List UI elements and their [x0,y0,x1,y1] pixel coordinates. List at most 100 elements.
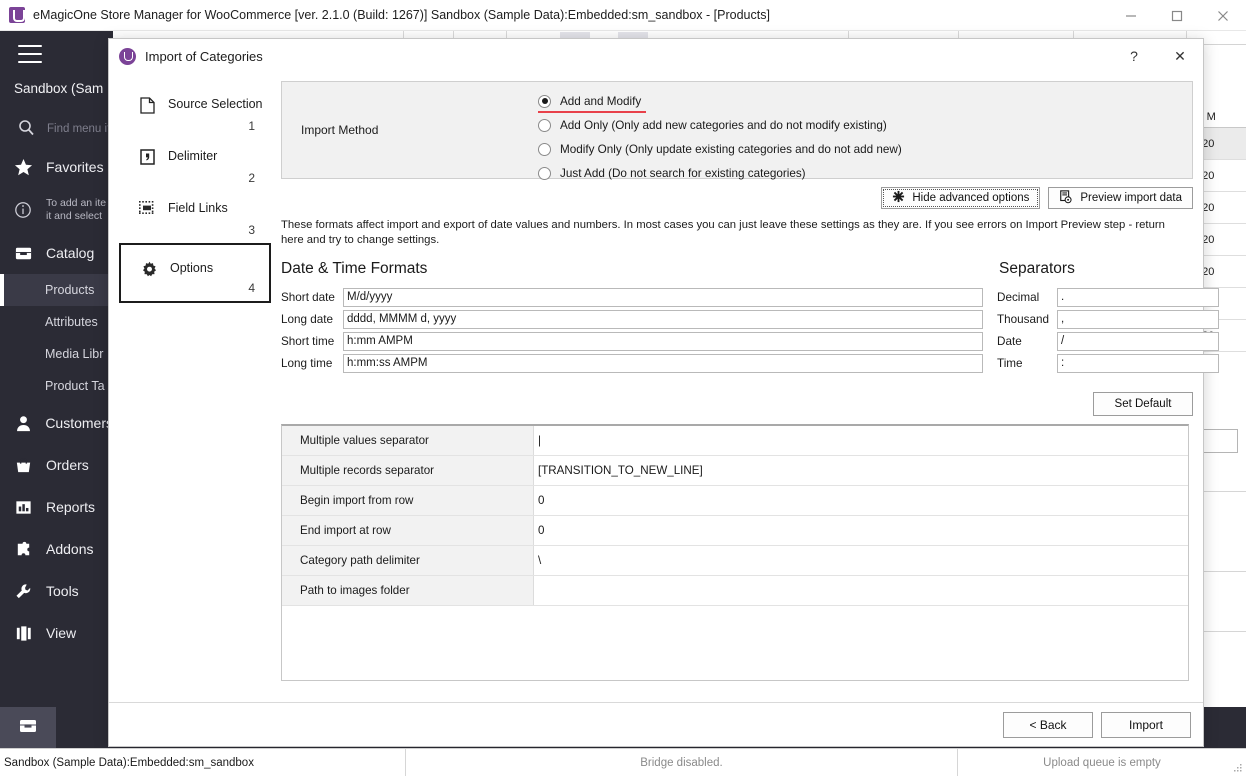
time-separator-input[interactable] [1057,354,1219,373]
table-row[interactable]: Category path delimiter \ [282,546,1188,576]
table-row[interactable]: End import at row 0 [282,516,1188,546]
preview-import-data-button[interactable]: Preview import data [1048,187,1193,209]
step-label: Delimiter [168,149,217,163]
long-date-input[interactable] [343,310,983,329]
field-label: Decimal [997,291,1057,304]
step-label: Field Links [168,201,228,215]
button-label: Set Default [1115,398,1172,410]
maximize-icon[interactable] [1154,0,1200,31]
table-row[interactable]: Multiple values separator | [282,426,1188,456]
date-separator-input[interactable] [1057,332,1219,351]
gear-icon [138,261,160,280]
window-title: eMagicOne Store Manager for WooCommerce … [33,8,770,22]
formats-info-text: These formats affect import and export o… [281,218,1186,248]
sidebar-item-view[interactable]: View [0,612,113,654]
thousand-separator-input[interactable] [1057,310,1219,329]
set-default-row: Set Default [281,392,1193,416]
sidebar-item-products[interactable]: Products [0,274,113,306]
field-date-separator: Date [997,330,1193,352]
status-bar: Sandbox (Sample Data):Embedded:sm_sandbo… [0,748,1246,776]
hamburger-menu-icon[interactable] [18,45,42,63]
row-value[interactable]: | [534,426,1188,455]
sidebar-item-product-tags[interactable]: Product Ta [0,370,113,402]
field-short-date: Short date [281,286,983,308]
radio-just-add[interactable]: Just Add (Do not search for existing cat… [538,161,1192,185]
decimal-separator-input[interactable] [1057,288,1219,307]
radio-add-only[interactable]: Add Only (Only add new categories and do… [538,113,1192,137]
help-icon[interactable]: ? [1111,39,1157,73]
short-time-input[interactable] [343,332,983,351]
sidebar-item-customers[interactable]: Customers [0,402,113,444]
minimize-icon[interactable] [1108,0,1154,31]
short-date-input[interactable] [343,288,983,307]
advanced-options-row: Hide advanced options Preview import dat… [281,187,1193,209]
row-value[interactable]: 0 [534,516,1188,545]
field-decimal-separator: Decimal [997,286,1193,308]
row-value[interactable] [534,576,1188,605]
status-connection: Sandbox (Sample Data):Embedded:sm_sandbo… [0,749,406,776]
row-value[interactable]: [TRANSITION_TO_NEW_LINE] [534,456,1188,485]
long-time-input[interactable] [343,354,983,373]
sidebar-item-reports[interactable]: Reports [0,486,113,528]
settings-grid: Multiple values separator | Multiple rec… [281,424,1189,681]
formats-area: Short date Long date Short time Long tim… [281,286,1193,374]
tab-catalog[interactable] [0,707,56,748]
sidebar-item-label: Catalog [46,245,94,261]
sidebar-item-label: View [46,625,76,641]
row-value[interactable]: \ [534,546,1188,575]
search-input[interactable]: Find menu ite [0,112,113,146]
set-default-button[interactable]: Set Default [1093,392,1193,416]
close-icon[interactable] [1200,0,1246,31]
quote-icon [136,149,158,165]
field-label: Long date [281,313,343,326]
sidebar-item-orders[interactable]: Orders [0,444,113,486]
radio-icon [538,119,551,132]
radio-label: Add Only (Only add new categories and do… [560,119,887,132]
radio-modify-only[interactable]: Modify Only (Only update existing catego… [538,137,1192,161]
field-label: Thousand [997,313,1057,326]
dialog-footer: < Back Import [109,702,1203,746]
sidebar-favorites-hint: To add an ite it and select [0,188,113,232]
dialog-close-icon[interactable]: ✕ [1157,39,1203,73]
step-delimiter[interactable]: Delimiter 2 [119,139,271,191]
import-method-label: Import Method [282,82,428,178]
row-key: Category path delimiter [282,546,534,575]
field-long-time: Long time [281,352,983,374]
search-icon [18,119,35,139]
import-button[interactable]: Import [1101,712,1191,738]
hide-advanced-options-button[interactable]: Hide advanced options [881,187,1040,209]
radio-label: Modify Only (Only update existing catego… [560,143,902,156]
separator-fields: Decimal Thousand Date Time [997,286,1193,374]
grid-dots-icon [136,201,158,214]
step-source-selection[interactable]: Source Selection 1 [119,87,271,139]
sidebar-item-media-library[interactable]: Media Libr [0,338,113,370]
table-row[interactable]: Path to images folder [282,576,1188,606]
sidebar-item-catalog[interactable]: Catalog [0,232,113,274]
sidebar-item-label: Favorites [46,159,104,175]
sidebar-item-addons[interactable]: Addons [0,528,113,570]
file-icon [136,97,158,114]
sidebar-item-favorites[interactable]: Favorites [0,146,113,188]
table-row[interactable]: Multiple records separator [TRANSITION_T… [282,456,1188,486]
step-options[interactable]: Options 4 [119,243,271,303]
radio-add-and-modify[interactable]: Add and Modify [538,89,1192,113]
user-icon [14,414,39,433]
table-row[interactable]: Begin import from row 0 [282,486,1188,516]
dialog-app-icon [119,48,136,65]
datetime-fields: Short date Long date Short time Long tim… [281,286,983,374]
step-number: 4 [248,281,255,295]
catalog-icon [18,716,38,739]
row-value[interactable]: 0 [534,486,1188,515]
back-button[interactable]: < Back [1003,712,1093,738]
sidebar-item-attributes[interactable]: Attributes [0,306,113,338]
resize-grip-icon[interactable] [1233,763,1243,773]
separators-section-title: Separators [999,260,1193,278]
grid-side-input[interactable] [1198,429,1238,453]
wrench-icon [14,582,40,601]
dialog-content: Import Method Add and Modify Add Only (O… [281,81,1193,681]
sidebar-item-tools[interactable]: Tools [0,570,113,612]
field-label: Time [997,357,1057,370]
preview-icon [1059,190,1073,207]
step-field-links[interactable]: Field Links 3 [119,191,271,243]
import-method-panel: Import Method Add and Modify Add Only (O… [281,81,1193,179]
